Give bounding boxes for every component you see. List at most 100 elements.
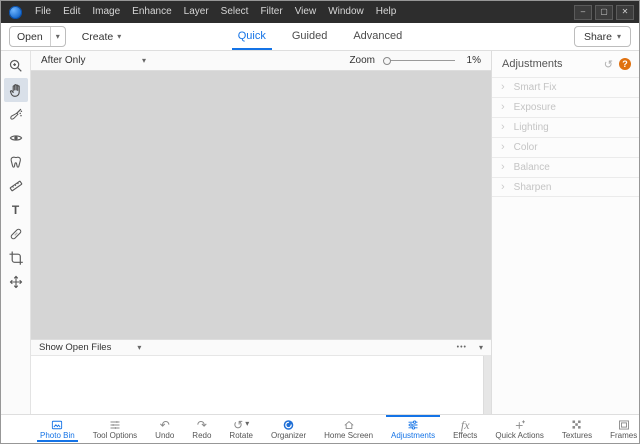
ruler-icon [8,178,24,194]
menu-help[interactable]: Help [370,1,403,23]
bandage-icon [8,226,24,242]
zoom-slider[interactable] [383,56,455,66]
taskbar-photo-bin[interactable]: Photo Bin [31,415,84,443]
zoom-value: 1% [463,55,481,66]
adjustment-balance[interactable]: › Balance [492,157,639,177]
menu-view[interactable]: View [289,1,323,23]
open-label: Open [10,31,50,43]
hand-icon [8,82,24,98]
adjustments-panel-header: Adjustments ↺ ? [492,51,639,77]
menu-file[interactable]: File [29,1,57,23]
adjustments-panel: Adjustments ↺ ? › Smart Fix › Exposure ›… [491,51,639,414]
straighten-tool-button[interactable] [4,174,28,198]
action-bar: Open ▾ Create ▾ Quick Guided Advanced Sh… [1,23,639,51]
maximize-button[interactable]: ▢ [595,5,613,20]
photo-bin[interactable] [31,356,491,414]
taskbar-adjustments[interactable]: Adjustments [382,415,444,443]
create-button[interactable]: Create ▾ [82,31,122,43]
taskbar-label: Home Screen [324,432,373,440]
create-label: Create [82,31,114,43]
collapse-bin-icon[interactable]: ▾ [479,344,483,352]
chevron-down-icon: ▾ [617,33,621,41]
share-button[interactable]: Share ▾ [574,26,631,47]
app-logo-icon [9,6,22,19]
close-button[interactable]: ✕ [616,5,634,20]
adjustment-smart-fix[interactable]: › Smart Fix [492,77,639,97]
canvas[interactable] [31,71,491,339]
menu-image[interactable]: Image [86,1,126,23]
chevron-down-icon: ▾ [142,57,146,65]
menubar: File Edit Image Enhance Layer Select Fil… [29,1,402,23]
tab-guided[interactable]: Guided [286,23,333,50]
taskbar-quick-actions[interactable]: Quick Actions [486,415,552,443]
adjustment-color[interactable]: › Color [492,137,639,157]
move-icon [8,274,24,290]
taskbar-organizer[interactable]: Organizer [262,415,315,443]
help-icon[interactable]: ? [619,58,631,70]
crop-tool-button[interactable] [4,246,28,270]
window-controls: – ▢ ✕ [574,5,634,20]
zoom-slider-knob[interactable] [383,57,391,65]
menu-filter[interactable]: Filter [254,1,288,23]
taskbar-label: Effects [453,432,477,440]
move-tool-button[interactable] [4,270,28,294]
adjustments-icon [406,419,420,431]
hand-tool-button[interactable] [4,78,28,102]
tool-options-icon [108,419,122,431]
taskbar-textures[interactable]: Textures [553,415,601,443]
menu-select[interactable]: Select [215,1,255,23]
tab-quick[interactable]: Quick [232,23,272,50]
menu-enhance[interactable]: Enhance [126,1,177,23]
taskbar-tool-options[interactable]: Tool Options [84,415,146,443]
tab-advanced[interactable]: Advanced [347,23,408,50]
taskbar-label: Organizer [271,432,306,440]
chevron-down-icon: ▾ [51,33,65,41]
red-eye-removal-tool-button[interactable] [4,126,28,150]
adjustment-label: Sharpen [514,182,552,193]
titlebar: File Edit Image Enhance Layer Select Fil… [1,1,639,23]
main-area: T After Only [1,51,639,414]
adjustment-label: Color [514,142,538,153]
zoom-controls: Zoom 1% [349,55,481,66]
taskbar-undo[interactable]: ↶ Undo [146,415,183,443]
chevron-down-icon: ▾ [137,344,141,352]
selection-brush-icon [8,106,24,122]
adjustment-sharpen[interactable]: › Sharpen [492,177,639,197]
reset-icon[interactable]: ↺ [604,58,613,71]
view-mode-dropdown[interactable]: After Only ▾ [41,55,146,66]
type-tool-button[interactable]: T [4,198,28,222]
adjustment-exposure[interactable]: › Exposure [492,97,639,117]
quick-selection-tool-button[interactable] [4,102,28,126]
whiten-teeth-tool-button[interactable] [4,150,28,174]
type-tool-icon: T [12,203,19,217]
show-open-files-dropdown[interactable]: Show Open Files ▾ [39,342,141,353]
undo-icon: ↶ [160,420,170,431]
photo-bin-header-actions: ••• ▾ [457,344,483,352]
adjustment-label: Exposure [514,102,556,113]
magnifier-icon [8,58,24,74]
crop-icon [8,250,24,266]
zoom-slider-track [383,60,455,61]
zoom-tool-button[interactable] [4,54,28,78]
taskbar-rotate[interactable]: ↺ ▾ Rotate [220,415,262,443]
center-column: After Only ▾ Zoom 1% Show Open Files ▾ [31,51,491,414]
photo-bin-header: Show Open Files ▾ ••• ▾ [31,339,491,356]
minimize-button[interactable]: – [574,5,592,20]
spot-healing-tool-button[interactable] [4,222,28,246]
home-icon [342,419,356,431]
menu-window[interactable]: Window [322,1,370,23]
open-button[interactable]: Open ▾ [9,26,66,47]
menu-layer[interactable]: Layer [178,1,215,23]
menu-edit[interactable]: Edit [57,1,86,23]
more-options-icon[interactable]: ••• [457,344,467,351]
taskbar-home-screen[interactable]: Home Screen [315,415,382,443]
photo-bin-scrollbar[interactable] [483,356,491,414]
adjustment-lighting[interactable]: › Lighting [492,117,639,137]
taskbar-redo[interactable]: ↷ Redo [183,415,220,443]
taskbar-label: Quick Actions [495,432,543,440]
taskbar-label: Photo Bin [40,432,75,440]
taskbar-frames[interactable]: Frames [601,415,640,443]
chevron-right-icon: › [501,162,505,173]
taskbar-effects[interactable]: fx Effects [444,415,486,443]
zoom-label: Zoom [349,55,375,66]
